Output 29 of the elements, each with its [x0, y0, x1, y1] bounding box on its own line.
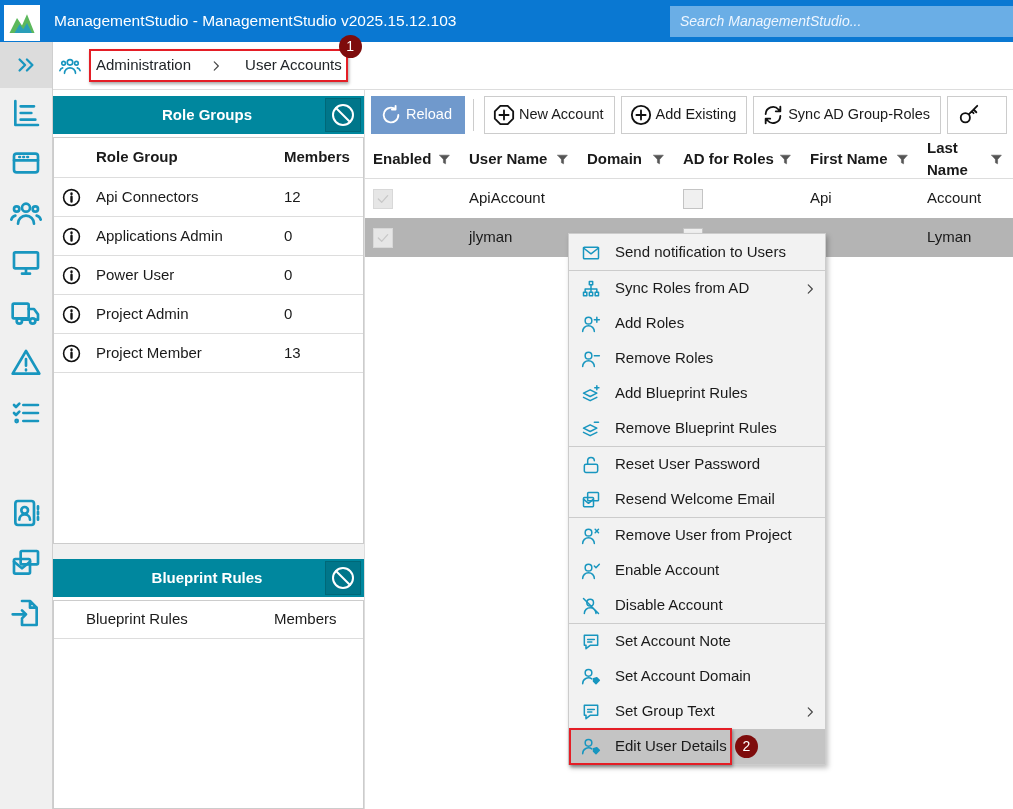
- table-cell-text: 0: [284, 303, 293, 324]
- column-header: First Name: [810, 148, 888, 169]
- table-cell-text: 0: [284, 225, 293, 246]
- column-header: Members: [274, 609, 337, 630]
- column-header: Domain: [587, 148, 642, 169]
- table-cell-text: 12: [284, 186, 301, 207]
- table-cell-text: 0: [284, 264, 293, 285]
- table-cell-text: Applications Admin: [96, 225, 224, 246]
- column-header: Enabled: [373, 148, 432, 169]
- table-cell-text: Project Admin: [96, 303, 190, 324]
- panel-title: Blueprint Rules: [150, 567, 264, 588]
- table-cell-text: 13: [284, 342, 301, 363]
- table-cell-text: Api Connectors: [96, 186, 200, 207]
- callout-badge: 1: [338, 35, 362, 59]
- table-cell-text: Account: [926, 188, 983, 209]
- table-cell-text: Power User: [96, 264, 176, 285]
- window-title: ManagementStudio - ManagementStudio v2025.15.12.103: [54, 11, 457, 32]
- column-header: Last Name: [927, 137, 969, 180]
- table-cell-text: ApiAccount: [468, 188, 546, 209]
- table-cell-text: Lyman: [926, 227, 973, 248]
- column-header: User Name: [469, 148, 548, 169]
- column-header: Role Group: [96, 147, 179, 168]
- column-header: Members: [284, 147, 350, 168]
- table-cell-text: jlyman: [467, 227, 514, 248]
- table-cell-text: Api: [809, 188, 833, 209]
- column-header: AD for Roles: [683, 148, 774, 169]
- column-header: Blueprint Rules: [86, 609, 189, 630]
- panel-title: Role Groups: [161, 104, 253, 125]
- table-cell-text: Project Member: [96, 342, 203, 363]
